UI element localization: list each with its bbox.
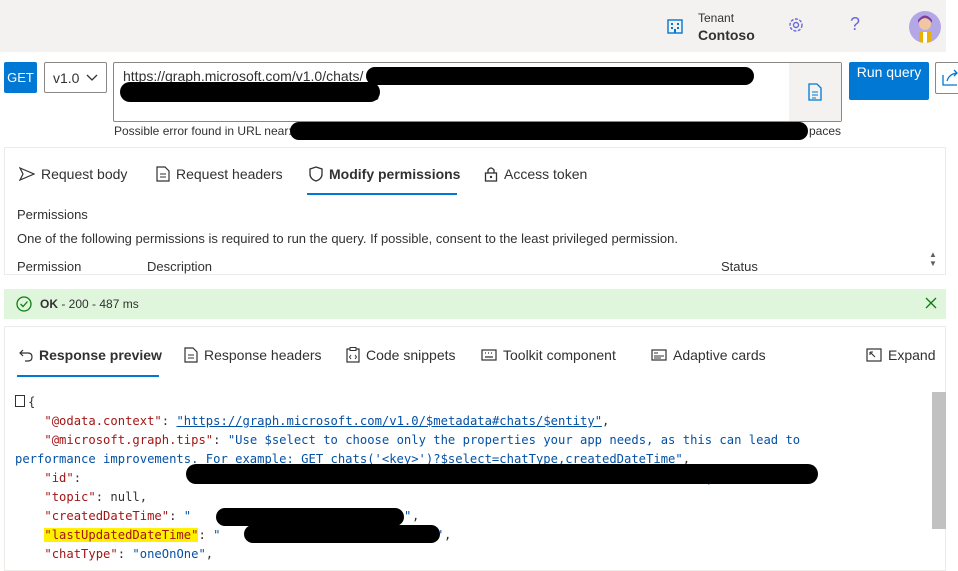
json-line: "createdDateTime": " ", bbox=[44, 509, 420, 523]
redacted-url-2 bbox=[120, 82, 380, 102]
clipboard-code-icon bbox=[346, 347, 360, 363]
run-query-button[interactable]: Run query bbox=[849, 62, 929, 100]
check-circle-icon bbox=[16, 296, 32, 312]
json-key: "@microsoft.graph.tips" bbox=[44, 433, 214, 447]
fold-toggle[interactable] bbox=[15, 395, 25, 407]
tab-label: Modify permissions bbox=[329, 166, 461, 182]
json-line: "@microsoft.graph.tips": "Use $select to… bbox=[44, 433, 801, 447]
top-bar: Tenant Contoso ? bbox=[0, 0, 946, 52]
gear-icon[interactable] bbox=[786, 15, 806, 35]
shield-icon bbox=[309, 166, 323, 182]
tab-response-headers[interactable]: Response headers bbox=[184, 347, 322, 363]
http-method-dropdown[interactable]: GET bbox=[4, 62, 37, 93]
redacted-created-date bbox=[216, 508, 404, 526]
avatar[interactable] bbox=[909, 11, 941, 43]
close-icon[interactable] bbox=[924, 296, 938, 310]
json-key: "@odata.context" bbox=[44, 414, 162, 428]
json-key: "id" bbox=[44, 471, 74, 485]
tab-code-snippets[interactable]: Code snippets bbox=[346, 347, 456, 363]
tab-modify-permissions[interactable]: Modify permissions bbox=[309, 166, 460, 182]
card-icon bbox=[651, 349, 667, 361]
document-icon bbox=[184, 347, 198, 363]
tab-label: Request headers bbox=[176, 166, 283, 182]
tenant-name: Contoso bbox=[698, 27, 755, 43]
scroll-arrows[interactable]: ▲ ▼ bbox=[929, 250, 937, 268]
redacted-url-error bbox=[290, 122, 808, 140]
keyboard-icon bbox=[481, 349, 497, 361]
tab-access-token[interactable]: Access token bbox=[484, 166, 587, 182]
tenant-icon bbox=[667, 19, 683, 34]
active-tab-indicator bbox=[307, 193, 457, 195]
document-icon bbox=[156, 166, 170, 182]
response-panel: Response preview Response headers Code s… bbox=[4, 326, 946, 571]
request-panel: Request body Request headers Modify perm… bbox=[4, 147, 946, 275]
tab-label: Code snippets bbox=[366, 347, 456, 363]
share-button[interactable] bbox=[935, 62, 958, 94]
status-ok: OK bbox=[40, 297, 58, 311]
version-value: v1.0 bbox=[53, 69, 80, 86]
expand-button[interactable]: Expand bbox=[866, 347, 935, 363]
version-dropdown[interactable]: v1.0 bbox=[44, 62, 107, 93]
tab-label: Request body bbox=[41, 166, 128, 182]
permissions-header-description: Description bbox=[147, 259, 213, 274]
status-bar: OK - 200 - 487 ms bbox=[4, 289, 946, 319]
active-tab-indicator bbox=[17, 375, 159, 377]
json-link[interactable]: "https://graph.microsoft.com/v1.0/$metad… bbox=[176, 414, 602, 428]
json-line: "lastUpdatedDateTime": "", bbox=[44, 528, 452, 542]
status-text: OK - 200 - 487 ms bbox=[40, 297, 139, 311]
permissions-description: One of the following permissions is requ… bbox=[17, 231, 678, 246]
send-icon bbox=[19, 167, 35, 181]
json-line: "chatType": "oneOnOne", bbox=[44, 547, 214, 561]
json-key: "topic" bbox=[44, 490, 96, 504]
tab-label: Toolkit component bbox=[503, 347, 616, 363]
chevron-down-icon bbox=[86, 74, 98, 81]
json-line: "@odata.context": "https://graph.microso… bbox=[44, 414, 610, 428]
undo-icon bbox=[19, 349, 33, 362]
permissions-heading: Permissions bbox=[17, 207, 88, 222]
expand-label: Expand bbox=[888, 347, 936, 363]
tab-label: Access token bbox=[504, 166, 588, 182]
response-scrollbar[interactable] bbox=[932, 392, 946, 529]
tab-label: Adaptive cards bbox=[673, 347, 766, 363]
json-line: "topic": null, bbox=[44, 490, 148, 504]
redacted-id bbox=[186, 464, 818, 484]
json-key: "createdDateTime" bbox=[44, 509, 170, 523]
help-icon[interactable]: ? bbox=[850, 14, 860, 35]
url-document-button[interactable] bbox=[789, 63, 841, 121]
status-detail: - 200 - 487 ms bbox=[61, 297, 139, 311]
url-error-tail: paces bbox=[809, 124, 842, 138]
permissions-header-permission: Permission bbox=[17, 259, 82, 274]
json-value: "oneOnOne" bbox=[132, 547, 206, 561]
tenant-label: Tenant bbox=[698, 11, 735, 25]
tab-label: Response preview bbox=[39, 347, 162, 363]
share-icon bbox=[942, 69, 958, 86]
json-key: "chatType" bbox=[44, 547, 118, 561]
tab-label: Response headers bbox=[204, 347, 322, 363]
url-error-message: Possible error found in URL near: bbox=[114, 124, 292, 138]
json-value: "Use $select to choose only the properti… bbox=[227, 433, 801, 447]
json-key-highlighted: "lastUpdatedDateTime" bbox=[44, 528, 199, 542]
redacted-url-1 bbox=[366, 67, 754, 85]
tab-response-preview[interactable]: Response preview bbox=[19, 347, 162, 363]
tab-request-body[interactable]: Request body bbox=[19, 166, 127, 182]
permissions-header-status: Status bbox=[721, 259, 758, 274]
json-value: null bbox=[110, 490, 140, 504]
redacted-updated-date bbox=[244, 525, 440, 543]
tab-request-headers[interactable]: Request headers bbox=[156, 166, 283, 182]
expand-icon bbox=[866, 348, 882, 362]
lock-icon bbox=[484, 167, 498, 182]
tab-adaptive-cards[interactable]: Adaptive cards bbox=[651, 347, 766, 363]
json-line: { bbox=[15, 393, 933, 412]
tab-toolkit-component[interactable]: Toolkit component bbox=[481, 347, 616, 363]
document-icon bbox=[808, 83, 822, 101]
